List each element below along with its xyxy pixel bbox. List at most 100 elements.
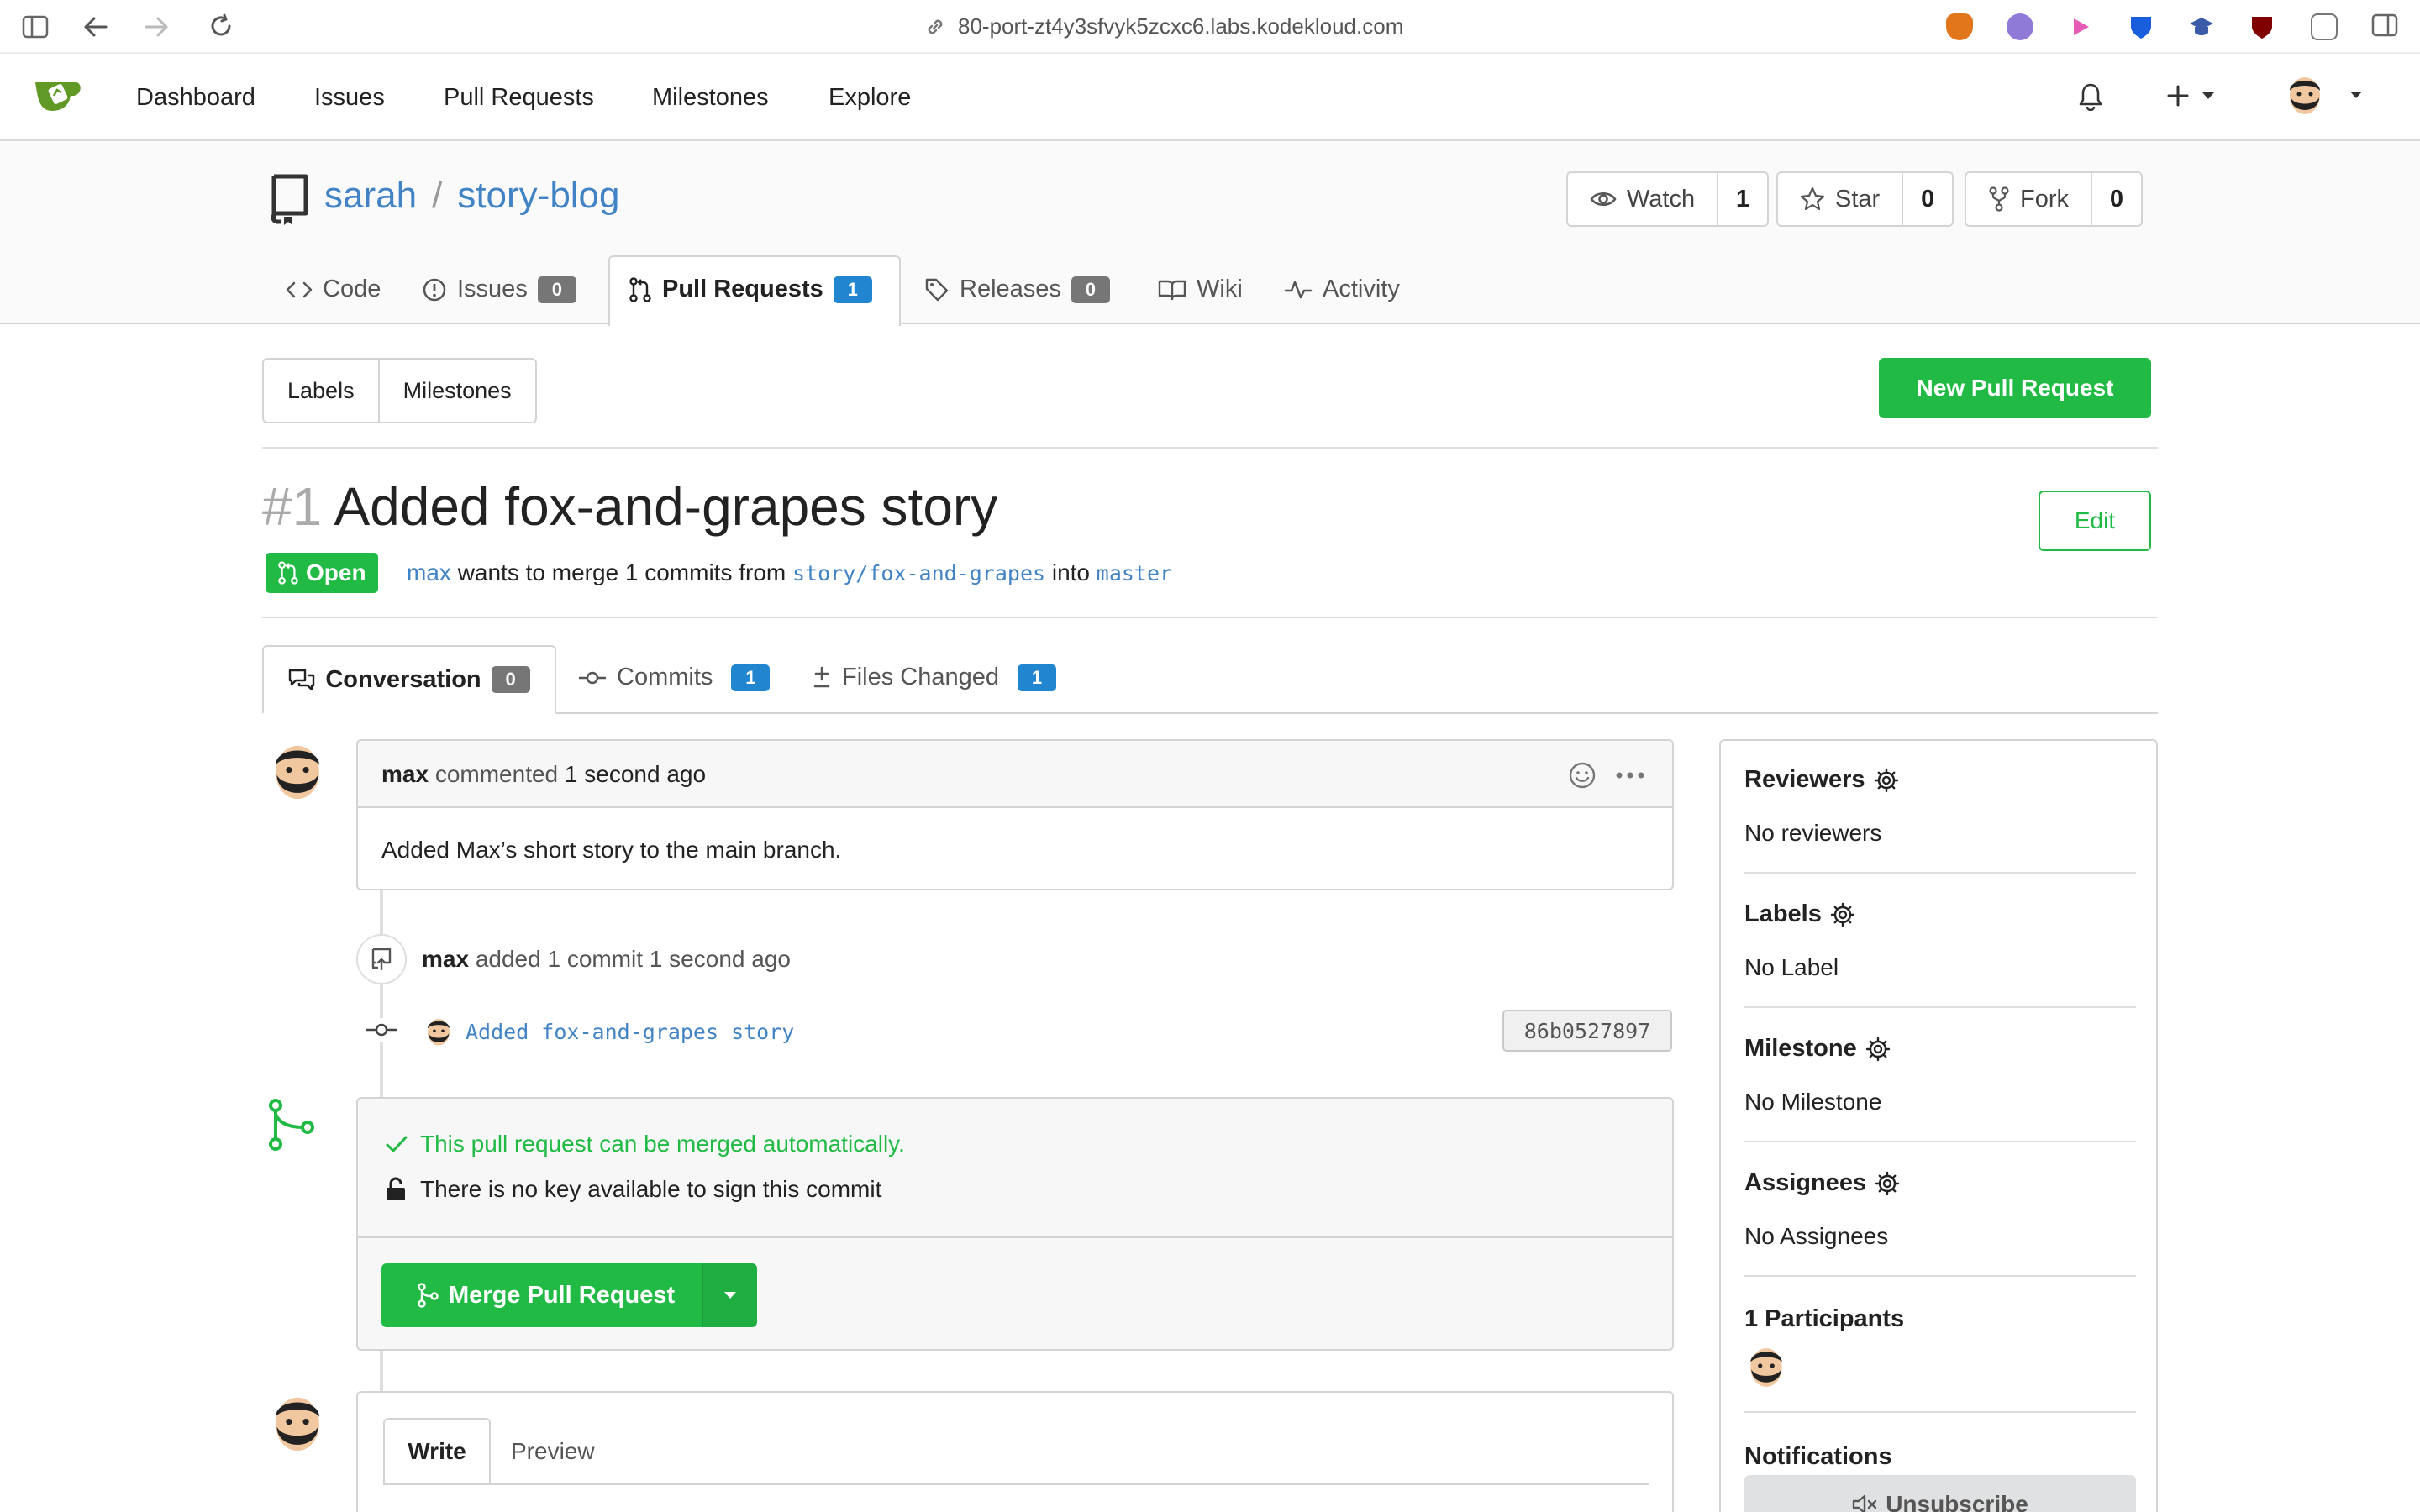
- push-event-text: max added 1 commit 1 second ago: [422, 946, 791, 973]
- main-navbar: Dashboard Issues Pull Requests Milestone…: [0, 54, 2420, 141]
- bitwarden-extension-icon[interactable]: [2128, 13, 2154, 40]
- edit-title-button[interactable]: Edit: [2039, 491, 2151, 551]
- avatar[interactable]: [267, 1389, 328, 1457]
- comment-author-link[interactable]: max: [381, 761, 429, 787]
- fork-label: Fork: [2020, 185, 2069, 213]
- pr-title-text: Added fox-and-grapes story: [334, 476, 998, 537]
- merge-description: max wants to merge 1 commits from story/…: [407, 559, 1172, 586]
- tab-preview[interactable]: Preview: [511, 1438, 595, 1465]
- check-icon: [386, 1136, 408, 1152]
- back-icon[interactable]: [82, 15, 108, 39]
- tab-activity[interactable]: Activity: [1284, 276, 1400, 303]
- tab-files-changed-label: Files Changed: [842, 664, 999, 690]
- user-menu[interactable]: [2284, 72, 2363, 118]
- commit-message-link[interactable]: Added fox-and-grapes story: [466, 1020, 794, 1044]
- labels-heading[interactable]: Labels: [1744, 900, 1855, 928]
- eye-icon: [1590, 192, 1617, 206]
- labels-title: Labels: [1744, 900, 1822, 927]
- comment-meta: max commented 1 second ago: [381, 761, 706, 788]
- notifications-title: Notifications: [1744, 1443, 1892, 1470]
- labels-button[interactable]: Labels: [264, 360, 378, 422]
- merge-style-dropdown[interactable]: [702, 1263, 758, 1327]
- labels-milestones-group: Labels Milestones: [262, 358, 537, 423]
- assignees-heading[interactable]: Assignees: [1744, 1169, 1900, 1197]
- commit-sha-button[interactable]: 86b0527897: [1502, 1010, 1672, 1052]
- merge-panel: This pull request can be merged automati…: [356, 1097, 1674, 1351]
- author-link[interactable]: max: [407, 559, 451, 585]
- divider: [1744, 872, 2136, 874]
- fork-count[interactable]: 0: [2091, 173, 2141, 225]
- tab-pull-requests-label: Pull Requests: [662, 276, 823, 302]
- academy-extension-icon[interactable]: [2188, 13, 2215, 40]
- nav-milestones[interactable]: Milestones: [652, 84, 769, 112]
- repo-separator: /: [432, 175, 443, 216]
- chevron-down-icon: [2350, 92, 2362, 98]
- nav-issues[interactable]: Issues: [314, 84, 385, 112]
- reviewers-title: Reviewers: [1744, 766, 1865, 793]
- add-reaction-icon[interactable]: [1568, 761, 1597, 790]
- tab-pull-requests[interactable]: Pull Requests 1: [629, 276, 872, 303]
- watch-count[interactable]: 1: [1717, 173, 1767, 225]
- star-count[interactable]: 0: [1902, 173, 1952, 225]
- merge-pull-request-button[interactable]: Merge Pull Request: [381, 1263, 702, 1327]
- metamask-extension-icon[interactable]: [1946, 13, 1973, 40]
- nav-dashboard[interactable]: Dashboard: [136, 84, 255, 112]
- right-sidebar-icon[interactable]: [2371, 13, 2398, 40]
- create-new-menu[interactable]: [2166, 84, 2215, 108]
- tab-write[interactable]: Write: [383, 1418, 491, 1485]
- repo-name-link[interactable]: story-blog: [457, 175, 619, 217]
- tab-code-label: Code: [323, 276, 381, 302]
- base-branch-link[interactable]: master: [1097, 561, 1172, 585]
- new-pull-request-button[interactable]: New Pull Request: [1879, 358, 2151, 418]
- nav-pull-requests[interactable]: Pull Requests: [444, 84, 594, 112]
- pulls-count-badge: 1: [833, 276, 872, 303]
- tab-wiki[interactable]: Wiki: [1158, 276, 1243, 303]
- tab-issues[interactable]: Issues 0: [422, 276, 576, 303]
- avatar[interactable]: [267, 738, 328, 805]
- ghost-extension-icon[interactable]: [2007, 13, 2033, 40]
- head-branch-link[interactable]: story/fox-and-grapes: [792, 561, 1045, 585]
- tab-files-changed[interactable]: Files Changed 1: [812, 664, 1056, 691]
- tag-icon: [925, 278, 949, 301]
- git-commit-icon: [579, 671, 606, 684]
- comment-action: commented: [434, 761, 559, 787]
- unsubscribe-button[interactable]: Unsubscribe: [1744, 1475, 2136, 1512]
- sidebar-toggle-icon[interactable]: [22, 15, 49, 39]
- git-merge-icon: [418, 1283, 439, 1308]
- notifications-bell-icon[interactable]: [2077, 82, 2104, 111]
- address-bar[interactable]: 80-port-zt4y3sfvyk5zcxc6.labs.kodekloud.…: [924, 13, 1403, 39]
- settings-extension-icon[interactable]: [2311, 13, 2338, 40]
- comment-card: max commented 1 second ago Added Max’s s…: [356, 739, 1674, 890]
- milestone-heading[interactable]: Milestone: [1744, 1035, 1891, 1063]
- forward-icon[interactable]: [145, 15, 170, 39]
- ublock-extension-icon[interactable]: [2249, 13, 2275, 40]
- tab-code[interactable]: Code: [286, 276, 381, 303]
- gitea-logo-icon[interactable]: [34, 77, 84, 113]
- more-options-icon[interactable]: [1615, 771, 1645, 780]
- mute-icon: [1852, 1494, 1877, 1512]
- tab-conversation[interactable]: Conversation 0: [262, 645, 556, 714]
- comment-body: Added Max’s short story to the main bran…: [381, 837, 842, 863]
- status-badge: Open: [266, 553, 378, 593]
- divider: [1744, 1141, 2136, 1142]
- tab-releases[interactable]: Releases 0: [924, 276, 1110, 303]
- tab-commits[interactable]: Commits 1: [578, 664, 771, 691]
- milestones-button[interactable]: Milestones: [377, 360, 535, 422]
- releases-count-badge: 0: [1071, 276, 1110, 303]
- comment-discussion-icon: [289, 669, 315, 691]
- nav-explore[interactable]: Explore: [829, 84, 911, 112]
- milestone-title: Milestone: [1744, 1035, 1857, 1062]
- reviewers-heading[interactable]: Reviewers: [1744, 766, 1899, 794]
- commit-author-avatar[interactable]: [424, 1015, 454, 1048]
- merge-text-2: into: [1051, 559, 1090, 585]
- star-button[interactable]: Star 0: [1776, 171, 1954, 227]
- play-extension-icon[interactable]: [2067, 13, 2094, 40]
- watch-button[interactable]: Watch 1: [1566, 171, 1770, 227]
- milestone-value: No Milestone: [1744, 1089, 1882, 1115]
- push-author-link[interactable]: max: [422, 946, 469, 972]
- fork-button[interactable]: Fork 0: [1965, 171, 2143, 227]
- reload-icon[interactable]: [208, 13, 234, 39]
- issues-count-badge: 0: [537, 276, 576, 303]
- repo-owner-link[interactable]: sarah: [324, 175, 417, 217]
- participant-avatar[interactable]: [1744, 1342, 1788, 1391]
